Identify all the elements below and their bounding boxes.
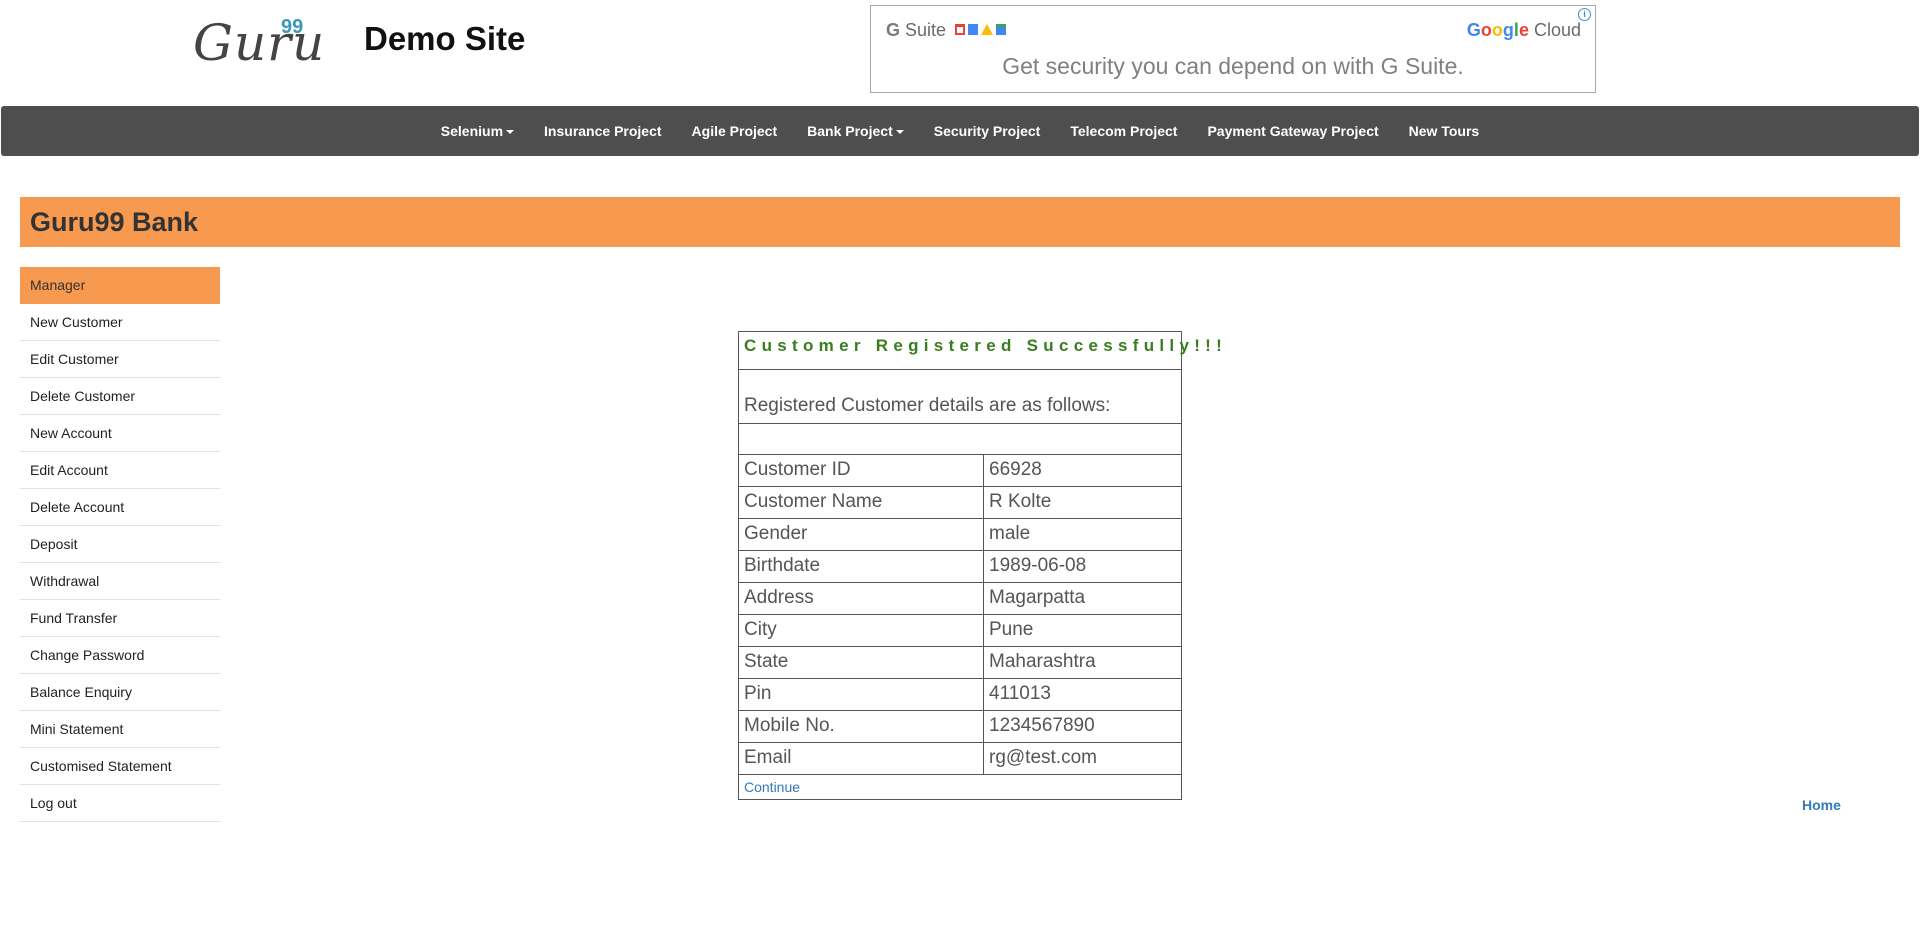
sidebar-item-mini-statement[interactable]: Mini Statement — [20, 711, 220, 748]
table-row: Mobile No. 1234567890 — [739, 711, 1181, 743]
row-label: Email — [739, 743, 984, 774]
row-label: Customer ID — [739, 455, 984, 486]
row-value: 1989-06-08 — [989, 555, 1087, 576]
calendar-icon — [996, 24, 1006, 35]
table-row: State Maharashtra — [739, 647, 1181, 679]
row-value: Magarpatta — [989, 587, 1086, 608]
info-icon[interactable]: i — [1578, 8, 1591, 21]
logo-superscript: 99 — [281, 16, 304, 38]
table-row: Email rg@test.com — [739, 743, 1181, 775]
nav-selenium-label: Selenium — [440, 123, 504, 139]
row-label: Gender — [739, 519, 984, 550]
google-cloud-logo: Google Cloud — [1467, 20, 1581, 41]
table-row: City Pune — [739, 615, 1181, 647]
row-label: Pin — [739, 679, 984, 710]
row-label: Customer Name — [739, 487, 984, 518]
customer-details-table: Customer Registered Successfully!!! Regi… — [738, 331, 1222, 800]
gsuite-brand: G Suite — [886, 20, 946, 41]
table-row: Pin 411013 — [739, 679, 1181, 711]
sidebar-item-new-account[interactable]: New Account — [20, 415, 220, 452]
nav-agile-project[interactable]: Agile Project — [677, 123, 793, 139]
drive-icon — [981, 24, 993, 35]
bank-title: Guru99 Bank — [30, 207, 199, 237]
row-value: 1234567890 — [989, 715, 1095, 736]
table-row: Gender male — [739, 519, 1181, 551]
site-title: Demo Site — [364, 20, 526, 57]
row-label: Address — [739, 583, 984, 614]
logo-text: Guru — [193, 14, 326, 72]
guru99-logo[interactable]: Guru 99 — [193, 16, 325, 68]
continue-row: Continue — [739, 775, 1181, 799]
cloud-word: Cloud — [1533, 20, 1581, 40]
ad-banner[interactable]: G Suite Google Cloud i Get security you … — [870, 5, 1596, 93]
row-label: Birthdate — [739, 551, 984, 582]
nav-bank-project-label: Bank Project — [807, 123, 893, 139]
sidebar-item-edit-account[interactable]: Edit Account — [20, 452, 220, 489]
sidebar-item-withdrawal[interactable]: Withdrawal — [20, 563, 220, 600]
google-wordmark: Google — [1466, 20, 1529, 40]
row-value: 66928 — [989, 459, 1042, 480]
home-link[interactable]: Home — [1802, 797, 1841, 813]
table-row: Birthdate 1989-06-08 — [739, 551, 1181, 583]
ad-tagline: Get security you can depend on with G Su… — [1002, 53, 1464, 79]
nav-insurance-project[interactable]: Insurance Project — [529, 123, 677, 139]
nav-telecom-project[interactable]: Telecom Project — [1055, 123, 1192, 139]
table-row: Address Magarpatta — [739, 583, 1181, 615]
row-label: State — [739, 647, 984, 678]
sidebar-item-edit-customer[interactable]: Edit Customer — [20, 341, 220, 378]
sidebar-item-balance-enquiry[interactable]: Balance Enquiry — [20, 674, 220, 711]
gsuite-g: G — [886, 20, 901, 40]
row-value: rg@test.com — [989, 747, 1097, 768]
docs-icon — [968, 24, 978, 35]
sidebar-item-deposit[interactable]: Deposit — [20, 526, 220, 563]
gsuite-app-icons — [955, 24, 1006, 35]
row-value: R Kolte — [989, 491, 1052, 512]
main-navbar: Selenium Insurance Project Agile Project… — [1, 106, 1919, 156]
sidebar-item-log-out[interactable]: Log out — [20, 785, 220, 822]
row-label: City — [739, 615, 984, 646]
nav-new-tours[interactable]: New Tours — [1394, 123, 1495, 139]
continue-link[interactable]: Continue — [744, 779, 800, 795]
details-subheading: Registered Customer details are as follo… — [739, 370, 1181, 424]
sidebar-item-new-customer[interactable]: New Customer — [20, 304, 220, 341]
row-value: 411013 — [989, 683, 1051, 704]
sidebar-item-delete-customer[interactable]: Delete Customer — [20, 378, 220, 415]
row-label: Mobile No. — [739, 711, 984, 742]
nav-bank-project[interactable]: Bank Project — [792, 123, 919, 139]
table-row: Customer Name R Kolte — [739, 487, 1181, 519]
chevron-down-icon — [895, 130, 904, 135]
sidebar-item-delete-account[interactable]: Delete Account — [20, 489, 220, 526]
sidebar-item-manager[interactable]: Manager — [20, 267, 220, 304]
sidebar-item-change-password[interactable]: Change Password — [20, 637, 220, 674]
sidebar-item-customised-statement[interactable]: Customised Statement — [20, 748, 220, 785]
success-heading: Customer Registered Successfully!!! — [739, 332, 1222, 370]
gsuite-brand-text: Suite — [905, 20, 947, 40]
chevron-down-icon — [506, 130, 515, 135]
nav-payment-gateway-project[interactable]: Payment Gateway Project — [1192, 123, 1393, 139]
nav-security-project[interactable]: Security Project — [919, 123, 1056, 139]
table-row: Customer ID 66928 — [739, 455, 1181, 487]
gmail-icon — [955, 24, 965, 35]
bank-banner: Guru99 Bank — [20, 197, 1900, 247]
sidebar-menu: Manager New Customer Edit Customer Delet… — [20, 267, 220, 822]
nav-selenium[interactable]: Selenium — [426, 123, 529, 139]
row-value: Pune — [989, 619, 1034, 640]
row-value: male — [989, 523, 1031, 544]
row-value: Maharashtra — [989, 651, 1096, 672]
sidebar-item-fund-transfer[interactable]: Fund Transfer — [20, 600, 220, 637]
details-spacer-row — [739, 424, 1181, 455]
